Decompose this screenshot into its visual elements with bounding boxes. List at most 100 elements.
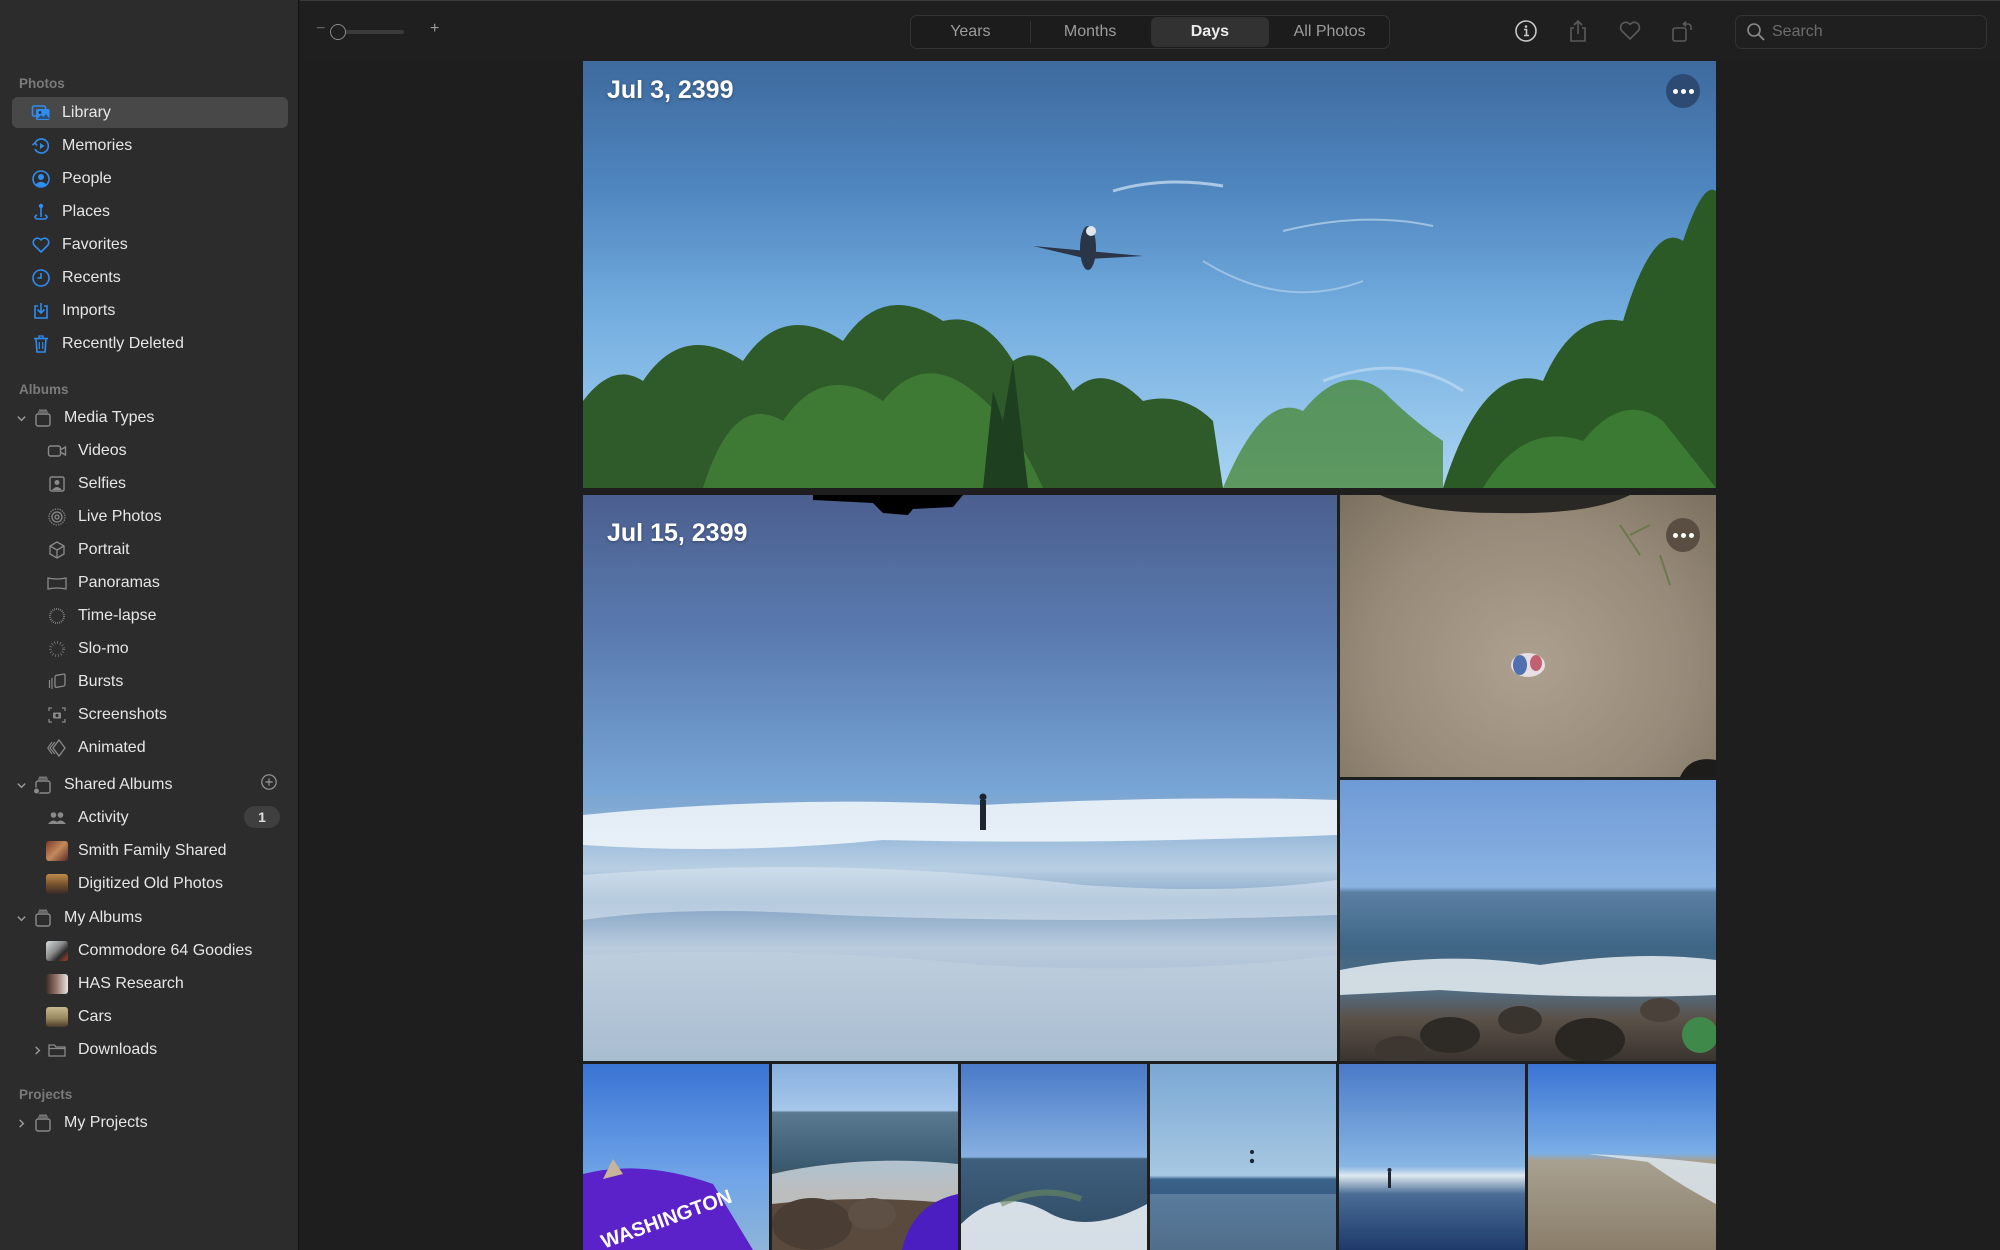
more-options-button[interactable] [1666,74,1700,108]
album-thumbnail [46,973,68,995]
sidebar-item-has-research[interactable]: HAS Research [12,968,288,999]
sidebar-item-label: Cars [78,1007,112,1025]
video-icon [46,440,68,462]
sidebar-item-label: Recently Deleted [62,334,184,352]
photo-washington-jacket[interactable]: WASHINGTON [583,1064,769,1250]
sidebar-item-downloads[interactable]: Downloads [12,1034,288,1065]
more-options-button[interactable] [1666,518,1700,552]
chevron-down-icon[interactable] [14,778,28,792]
sidebar-item-cars[interactable]: Cars [12,1001,288,1032]
sidebar-item-smith-family-shared[interactable]: Smith Family Shared [12,835,288,866]
sidebar-item-recents[interactable]: Recents [12,262,288,293]
photo-rocks-and-waves[interactable] [772,1064,958,1250]
photo-waves-crashing[interactable] [961,1064,1147,1250]
sidebar-item-label: Digitized Old Photos [78,874,223,892]
search-field[interactable] [1735,15,1987,49]
sidebar-item-label: Media Types [64,408,155,426]
zoom-control: − + [314,20,439,44]
sidebar-group-media-types[interactable]: Media Types [12,402,288,433]
tab-days[interactable]: Days [1150,17,1270,47]
sidebar-item-live-photos[interactable]: Live Photos [12,501,288,532]
chevron-down-icon[interactable] [14,911,28,925]
photo-person-in-waves[interactable]: Jul 15, 2399 [583,495,1337,1061]
recents-icon [30,267,52,289]
day-date-label: Jul 3, 2399 [607,76,734,104]
photo-sandy-beach[interactable] [1528,1064,1716,1250]
zoom-slider-knob[interactable] [330,24,346,40]
photo-rocky-shore[interactable] [1340,780,1716,1061]
album-thumbnail [46,840,68,862]
favorites-icon [30,234,52,256]
photo-can-on-sand[interactable] [1340,495,1716,777]
search-input[interactable] [1772,23,1972,41]
sidebar-group-my-projects[interactable]: My Projects [12,1107,288,1138]
imports-icon [30,300,52,322]
sidebar-item-library[interactable]: Library [12,97,288,128]
sidebar-item-label: Videos [78,441,127,459]
places-icon [30,201,52,223]
tab-years[interactable]: Years [911,16,1030,48]
photo-birds-over-sea[interactable] [1150,1064,1336,1250]
sidebar-item-digitized-old-photos[interactable]: Digitized Old Photos [12,868,288,899]
sidebar-item-animated[interactable]: Animated [12,732,288,763]
share-icon[interactable] [1564,17,1592,45]
dot [1680,88,1686,94]
tab-all-photos[interactable]: All Photos [1270,16,1389,48]
chevron-right-icon[interactable] [30,1043,44,1057]
sidebar-item-favorites[interactable]: Favorites [12,229,288,260]
zoom-in-button[interactable]: + [430,20,439,38]
sidebar-group-my-albums[interactable]: My Albums [12,902,288,933]
sidebar-item-label: Animated [78,738,146,756]
sidebar-item-places[interactable]: Places [12,196,288,227]
photo-content [1380,495,1716,777]
library-icon [30,102,52,124]
toolbar: − + Years Months Days All Photos [300,0,2000,61]
sidebar-item-label: Bursts [78,672,124,690]
sidebar-item-label: Downloads [78,1040,158,1058]
rotate-icon[interactable] [1668,17,1696,45]
info-icon[interactable] [1512,17,1540,45]
chevron-right-icon[interactable] [14,1116,28,1130]
photo-content [1150,1150,1336,1250]
sidebar-item-imports[interactable]: Imports [12,295,288,326]
zoom-out-button[interactable]: − [316,20,325,38]
sidebar-item-label: Memories [62,136,133,154]
chevron-down-icon[interactable] [14,411,28,425]
sidebar-item-label: Slo-mo [78,639,129,657]
sidebar-item-portrait[interactable]: Portrait [12,534,288,565]
search-icon [1747,23,1765,41]
photo-person-walking-beach[interactable] [1339,1064,1525,1250]
bursts-icon [46,671,68,693]
activity-count-badge: 1 [244,806,280,828]
section-header-projects: Projects [19,1087,73,1102]
sidebar-item-activity[interactable]: Activity 1 [12,802,288,833]
dot [1688,88,1694,94]
sidebar-item-memories[interactable]: Memories [12,130,288,161]
sidebar-item-commodore-64-goodies[interactable]: Commodore 64 Goodies [12,935,288,966]
sidebar-item-slo-mo[interactable]: Slo-mo [12,633,288,664]
sidebar-item-panoramas[interactable]: Panoramas [12,567,288,598]
sidebar-item-screenshots[interactable]: Screenshots [12,699,288,730]
dot [1672,532,1678,538]
sidebar-item-label: Smith Family Shared [78,841,227,859]
sidebar-group-shared-albums[interactable]: Shared Albums [12,769,288,800]
album-stack-icon [32,907,54,929]
tab-months[interactable]: Months [1031,16,1150,48]
animated-icon [46,737,68,759]
photo-airplane[interactable]: Jul 3, 2399 [583,61,1716,488]
sidebar-item-label: HAS Research [78,974,184,992]
trash-icon [30,333,52,355]
portrait-cube-icon [46,539,68,561]
favorite-icon[interactable] [1616,17,1644,45]
sidebar-item-recently-deleted[interactable]: Recently Deleted [12,328,288,359]
sidebar-item-bursts[interactable]: Bursts [12,666,288,697]
zoom-slider-track[interactable] [340,30,404,34]
sidebar-item-selfies[interactable]: Selfies [12,468,288,499]
sidebar-item-videos[interactable]: Videos [12,435,288,466]
add-circle-icon[interactable] [260,773,280,793]
sidebar-item-people[interactable]: People [12,163,288,194]
view-segmented-control: Years Months Days All Photos [910,15,1390,49]
album-thumbnail [46,873,68,895]
sidebar-item-time-lapse[interactable]: Time-lapse [12,600,288,631]
photo-content [1387,1168,1392,1188]
